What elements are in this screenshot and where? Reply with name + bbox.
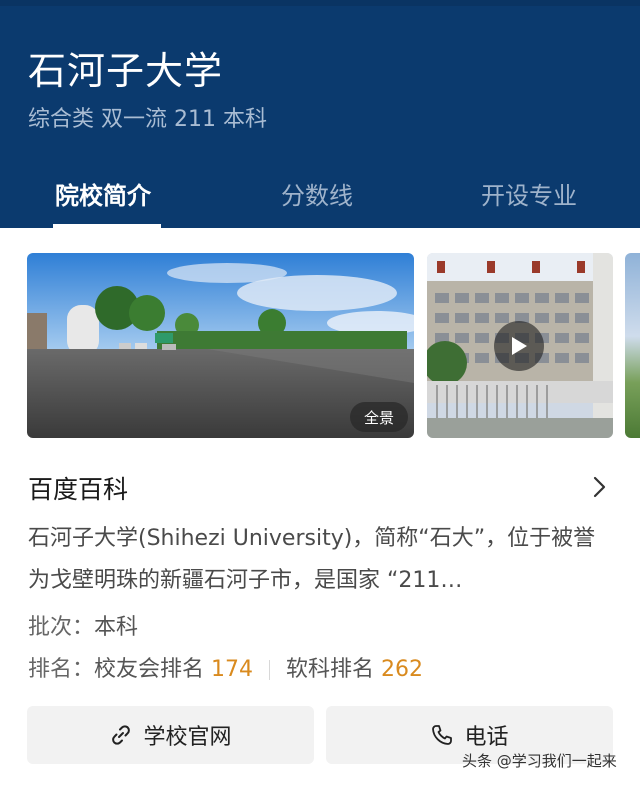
shanghai-rank-label: 软科排名 xyxy=(286,657,375,682)
phone-icon xyxy=(432,725,453,745)
watermark: 头条 @学习我们一起来 xyxy=(462,752,617,770)
chevron-right-icon[interactable] xyxy=(588,474,610,500)
panorama-photo[interactable]: 全景 xyxy=(27,253,414,438)
baike-title[interactable]: 百度百科 xyxy=(28,470,128,506)
video-thumbnail[interactable] xyxy=(427,253,613,438)
next-photo-peek[interactable] xyxy=(625,253,640,438)
shanghai-rank-value: 262 xyxy=(381,657,424,682)
batch-value: 本科 xyxy=(94,615,139,640)
rank-label: 排名： xyxy=(28,657,95,682)
alumni-rank-value: 174 xyxy=(211,657,254,682)
website-button-label: 学校官网 xyxy=(143,725,232,750)
batch-label: 批次： xyxy=(28,615,95,640)
panorama-badge[interactable]: 全景 xyxy=(350,402,408,432)
rank-divider xyxy=(269,660,271,680)
status-bar-strip xyxy=(0,0,640,6)
tab-score-lines[interactable]: 分数线 xyxy=(281,176,353,211)
school-name: 石河子大学 xyxy=(28,49,224,93)
link-icon xyxy=(112,725,131,745)
phone-button-label: 电话 xyxy=(464,725,509,750)
school-description[interactable]: 石河子大学(Shihezi University)，简称“石大”，位于被誉为戈壁… xyxy=(28,518,613,602)
website-button[interactable]: 学校官网 xyxy=(27,706,314,764)
alumni-rank-label: 校友会排名 xyxy=(94,657,205,682)
school-header: 石河子大学 综合类 双一流 211 本科 院校简介 分数线 开设专业 xyxy=(0,0,640,228)
tab-overview[interactable]: 院校简介 xyxy=(55,176,151,211)
school-tags: 综合类 双一流 211 本科 xyxy=(28,107,267,132)
tab-majors[interactable]: 开设专业 xyxy=(481,176,577,211)
play-icon[interactable] xyxy=(494,321,544,371)
batch-row: 批次：本科 xyxy=(28,609,138,641)
active-tab-indicator xyxy=(53,224,161,228)
photo-gallery[interactable]: 全景 xyxy=(0,253,640,438)
ranking-row: 排名：校友会排名 174 软科排名 262 xyxy=(28,651,423,683)
tab-bar: 院校简介 分数线 开设专业 xyxy=(0,168,640,228)
